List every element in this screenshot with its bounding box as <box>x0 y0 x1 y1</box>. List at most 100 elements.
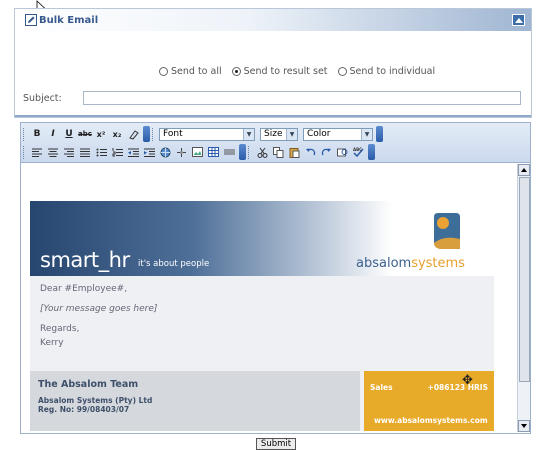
edit-icon <box>25 14 37 26</box>
align-right-button[interactable] <box>62 145 76 159</box>
image-icon <box>191 147 203 157</box>
toolbar-end <box>376 126 383 142</box>
cut-button[interactable] <box>255 145 269 159</box>
font-select-value: Font <box>163 129 183 139</box>
unlink-button[interactable] <box>174 145 188 159</box>
arrow-down-icon <box>521 424 527 428</box>
align-center-button[interactable] <box>46 145 60 159</box>
align-center-icon <box>48 148 58 157</box>
footer-company-block: The Absalom Team Absalom Systems (Pty) L… <box>30 371 360 431</box>
radio-send-to-individual[interactable]: Send to individual <box>337 66 435 77</box>
sales-phone: +086123 HRIS <box>427 383 488 392</box>
underline-button[interactable]: U <box>62 127 76 141</box>
arrow-up-icon <box>521 168 527 172</box>
clipboard-icon <box>289 147 299 158</box>
radio-send-to-all[interactable]: Send to all <box>159 66 222 77</box>
indent-icon <box>143 148 155 157</box>
align-right-icon <box>64 148 74 157</box>
paste-button[interactable] <box>287 145 301 159</box>
collapse-button[interactable] <box>512 14 525 26</box>
rich-text-editor: B I U abc x² x₂ Font ▼ Size ▼ Color ▼ AB… <box>20 122 531 434</box>
email-footer: The Absalom Team Absalom Systems (Pty) L… <box>30 371 494 431</box>
subscript-button[interactable]: x₂ <box>110 127 124 141</box>
submit-button[interactable]: Submit <box>256 438 296 450</box>
font-select[interactable]: Font ▼ <box>159 127 255 141</box>
toolbar-grip[interactable] <box>152 127 155 141</box>
toolbar-row-1: B I U abc x² x₂ Font ▼ Size ▼ Color ▼ <box>21 125 530 143</box>
svg-text:ABC: ABC <box>353 147 362 152</box>
toolbar-row-2: ABC <box>21 143 530 161</box>
horizontal-rule-button[interactable] <box>222 145 236 159</box>
undo-icon <box>305 148 315 155</box>
find-replace-icon <box>336 148 347 156</box>
editor-content-area[interactable]: smart_hr it's about people absalomsystem… <box>22 164 516 432</box>
website: www.absalomsystems.com <box>374 416 488 425</box>
table-icon <box>207 147 219 157</box>
radio-circle[interactable] <box>231 67 241 76</box>
bold-button[interactable]: B <box>30 127 44 141</box>
insert-image-button[interactable] <box>190 145 204 159</box>
insert-table-button[interactable] <box>206 145 220 159</box>
scissors-icon <box>257 147 267 158</box>
eraser-icon <box>128 129 139 140</box>
indent-button[interactable] <box>142 145 156 159</box>
subject-label: Subject: <box>23 92 62 104</box>
numbered-list-icon <box>112 147 123 156</box>
spellcheck-icon: ABC <box>353 147 364 157</box>
regards: Regards, <box>40 324 80 334</box>
subject-row: Subject: <box>23 91 521 105</box>
toolbar-grip[interactable] <box>23 127 26 141</box>
radio-label: Send to all <box>171 66 222 77</box>
redo-button[interactable] <box>319 145 333 159</box>
radio-circle[interactable] <box>337 67 347 76</box>
scroll-up-button[interactable] <box>518 164 530 176</box>
panel-title: Bulk Email <box>39 14 99 26</box>
superscript-button[interactable]: x² <box>94 127 108 141</box>
signer: Kerry <box>40 338 64 348</box>
absalom-mark-icon <box>434 213 460 249</box>
copy-button[interactable] <box>271 145 285 159</box>
justify-button[interactable] <box>78 145 92 159</box>
copy-icon <box>272 146 283 158</box>
panel-header: Bulk Email <box>15 9 531 31</box>
scroll-thumb[interactable] <box>519 177 530 382</box>
bulk-email-panel: Bulk Email Send to all Send to result se… <box>14 8 532 118</box>
brand-text: smart_hr <box>40 248 130 272</box>
editor-scrollbar[interactable] <box>517 164 530 432</box>
footer-contact-block: ✥ Sales +086123 HRIS www.absalomsystems.… <box>364 371 494 431</box>
toolbar-grip[interactable] <box>23 145 26 159</box>
outdent-icon <box>127 148 139 157</box>
radio-circle[interactable] <box>159 67 168 76</box>
ordered-list-button[interactable] <box>110 145 124 159</box>
email-body: Dear #Employee#, [Your message goes here… <box>30 276 494 362</box>
wordmark-b: systems <box>411 256 465 271</box>
italic-button[interactable]: I <box>46 127 60 141</box>
spellcheck-button[interactable]: ABC <box>351 145 365 159</box>
outdent-button[interactable] <box>126 145 140 159</box>
toolbar-grip[interactable] <box>248 145 251 159</box>
size-select-value: Size <box>264 129 283 139</box>
chevron-down-icon: ▼ <box>361 128 372 140</box>
wordmark-a: absalom <box>356 256 412 271</box>
insert-link-button[interactable] <box>158 145 172 159</box>
unordered-list-button[interactable] <box>94 145 108 159</box>
strikethrough-button[interactable]: abc <box>78 127 92 141</box>
subject-input[interactable] <box>83 91 521 105</box>
eraser-button[interactable] <box>126 127 140 141</box>
size-select[interactable]: Size ▼ <box>260 127 298 141</box>
undo-button[interactable] <box>303 145 317 159</box>
move-cursor-icon: ✥ <box>462 373 473 388</box>
team-name: The Absalom Team <box>38 379 139 390</box>
company-name: Absalom Systems (Pty) Ltd <box>38 396 153 405</box>
email-banner: smart_hr it's about people absalomsystem… <box>30 201 494 276</box>
greeting: Dear #Employee#, <box>40 284 128 294</box>
tagline: it's about people <box>138 259 210 269</box>
align-left-button[interactable] <box>30 145 44 159</box>
chevron-up-icon <box>514 18 523 23</box>
radio-send-to-result-set[interactable]: Send to result set <box>231 66 328 77</box>
color-select[interactable]: Color ▼ <box>303 127 373 141</box>
find-replace-button[interactable] <box>335 145 349 159</box>
scroll-down-button[interactable] <box>518 420 530 432</box>
chevron-down-icon: ▼ <box>286 128 297 140</box>
sales-label: Sales <box>370 383 393 392</box>
